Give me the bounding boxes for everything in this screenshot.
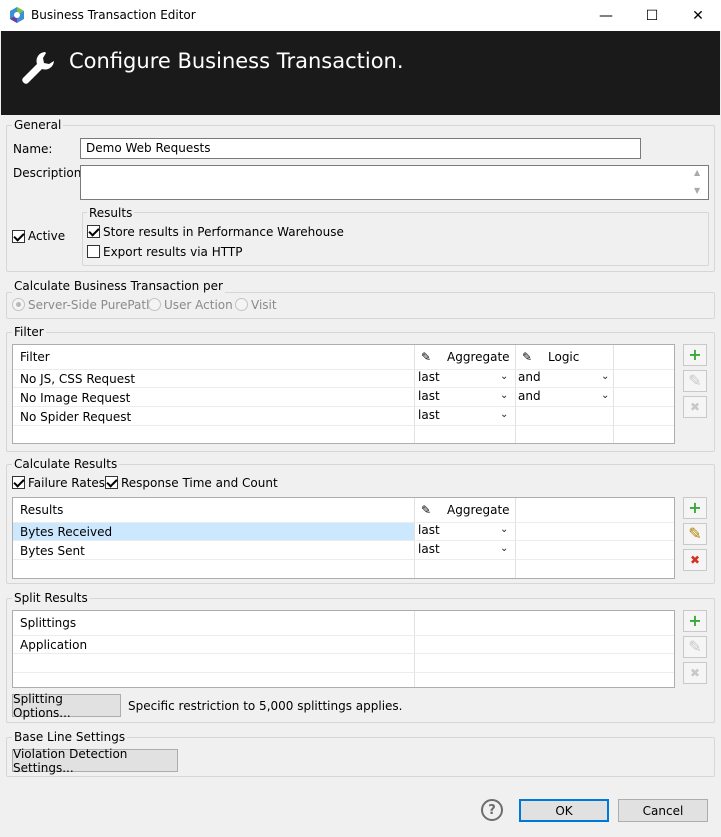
results-table: Results ✎ Aggregate Bytes Received last … — [12, 497, 675, 579]
export-http-checkbox[interactable] — [87, 245, 100, 258]
store-warehouse-label: Store results in Performance Warehouse — [103, 225, 344, 239]
add-splitting-button[interactable]: + — [683, 610, 707, 632]
aggregate-header: Aggregate — [447, 350, 510, 364]
filter-legend: Filter — [12, 325, 46, 339]
failure-rates-label: Failure Rates — [28, 476, 106, 490]
help-icon[interactable]: ? — [481, 799, 503, 821]
baseline-legend: Base Line Settings — [12, 730, 128, 744]
title-bar: Business Transaction Editor — ☐ ✕ — [0, 0, 721, 31]
active-label: Active — [28, 229, 66, 243]
close-button[interactable]: ✕ — [675, 0, 721, 31]
chevron-down-icon[interactable]: ⌄ — [500, 371, 508, 382]
chevron-down-icon[interactable]: ⌄ — [601, 390, 609, 401]
splitting-options-button[interactable]: Splitting Options... — [12, 692, 121, 720]
ok-button[interactable]: OK — [519, 799, 609, 822]
export-http-label: Export results via HTTP — [103, 245, 243, 259]
maximize-button[interactable]: ☐ — [629, 0, 675, 31]
chevron-down-icon[interactable]: ⌄ — [500, 390, 508, 401]
aggregate-select[interactable]: last — [418, 389, 440, 403]
name-label: Name: — [13, 142, 53, 156]
table-row[interactable]: Application — [20, 638, 87, 652]
logic-header-icon: ✎ — [522, 350, 533, 364]
aggregate-select[interactable]: last — [418, 408, 440, 422]
chevron-down-icon[interactable]: ⌄ — [601, 371, 609, 382]
name-input[interactable]: Demo Web Requests — [80, 138, 641, 159]
add-result-button[interactable]: + — [683, 497, 707, 519]
response-time-label: Response Time and Count — [121, 476, 278, 490]
filter-table: Filter ✎ Aggregate ✎ Logic No JS, CSS Re… — [12, 344, 675, 444]
edit-result-button[interactable]: ✎ — [683, 523, 707, 545]
radio-user-action[interactable] — [148, 298, 161, 311]
table-row[interactable]: No JS, CSS Request — [20, 372, 135, 386]
remove-filter-button[interactable]: ✖ — [683, 396, 707, 418]
store-warehouse-checkbox[interactable] — [87, 225, 100, 238]
logic-select[interactable]: and — [518, 370, 541, 384]
general-legend: General — [12, 118, 64, 132]
description-label: Description: — [13, 166, 86, 180]
table-row[interactable]: No Image Request — [20, 391, 130, 405]
filter-header: Filter — [20, 350, 50, 364]
aggregate-select[interactable]: last — [418, 523, 440, 537]
failure-rates-checkbox[interactable] — [12, 476, 25, 489]
minimize-button[interactable]: — — [583, 0, 629, 31]
scroll-down-icon[interactable]: ▼ — [694, 186, 700, 195]
scroll-up-icon[interactable]: ▲ — [694, 168, 700, 177]
calc-results-legend: Calculate Results — [12, 457, 120, 471]
add-filter-button[interactable]: + — [683, 344, 707, 366]
active-checkbox[interactable] — [12, 230, 25, 243]
radio-server-side-purepath[interactable] — [12, 298, 25, 311]
table-row[interactable]: Bytes Sent — [20, 544, 85, 558]
splittings-table: Splittings Application — [12, 610, 675, 688]
window-title: Business Transaction Editor — [31, 8, 196, 22]
chevron-down-icon[interactable]: ⌄ — [500, 409, 508, 420]
table-row[interactable]: Bytes Received — [20, 525, 112, 539]
logic-select[interactable]: and — [518, 389, 541, 403]
remove-result-button[interactable]: ✖ — [683, 549, 707, 571]
splitting-note: Specific restriction to 5,000 splittings… — [128, 699, 403, 713]
results-legend: Results — [87, 206, 135, 220]
response-time-checkbox[interactable] — [105, 476, 118, 489]
aggregate-header-icon: ✎ — [421, 503, 432, 517]
violation-detection-button[interactable]: Violation Detection Settings... — [12, 747, 178, 775]
description-textarea[interactable] — [80, 165, 709, 200]
page-header: Configure Business Transaction. — [1, 31, 720, 115]
results-header: Results — [20, 503, 64, 517]
splittings-header: Splittings — [20, 616, 77, 630]
user-action-label: User Action — [164, 298, 233, 312]
visit-label: Visit — [251, 298, 277, 312]
remove-splitting-button[interactable]: ✖ — [683, 662, 707, 684]
cancel-button[interactable]: Cancel — [618, 799, 708, 822]
radio-visit[interactable] — [235, 298, 248, 311]
page-title: Configure Business Transaction. — [69, 49, 404, 73]
edit-filter-button[interactable]: ✎ — [683, 370, 707, 392]
calc-per-legend: Calculate Business Transaction per — [12, 279, 225, 293]
table-row[interactable]: No Spider Request — [20, 410, 131, 424]
aggregate-header-icon: ✎ — [421, 350, 432, 364]
aggregate-select[interactable]: last — [418, 370, 440, 384]
server-side-purepath-label: Server-Side PurePath — [28, 298, 154, 312]
app-logo-icon — [10, 7, 24, 23]
aggregate-select[interactable]: last — [418, 542, 440, 556]
chevron-down-icon[interactable]: ⌄ — [500, 524, 508, 535]
edit-splitting-button[interactable]: ✎ — [683, 636, 707, 658]
chevron-down-icon[interactable]: ⌄ — [500, 543, 508, 554]
logic-header: Logic — [548, 350, 580, 364]
aggregate-header: Aggregate — [447, 503, 510, 517]
wrench-icon — [22, 52, 54, 84]
split-results-legend: Split Results — [12, 591, 90, 605]
